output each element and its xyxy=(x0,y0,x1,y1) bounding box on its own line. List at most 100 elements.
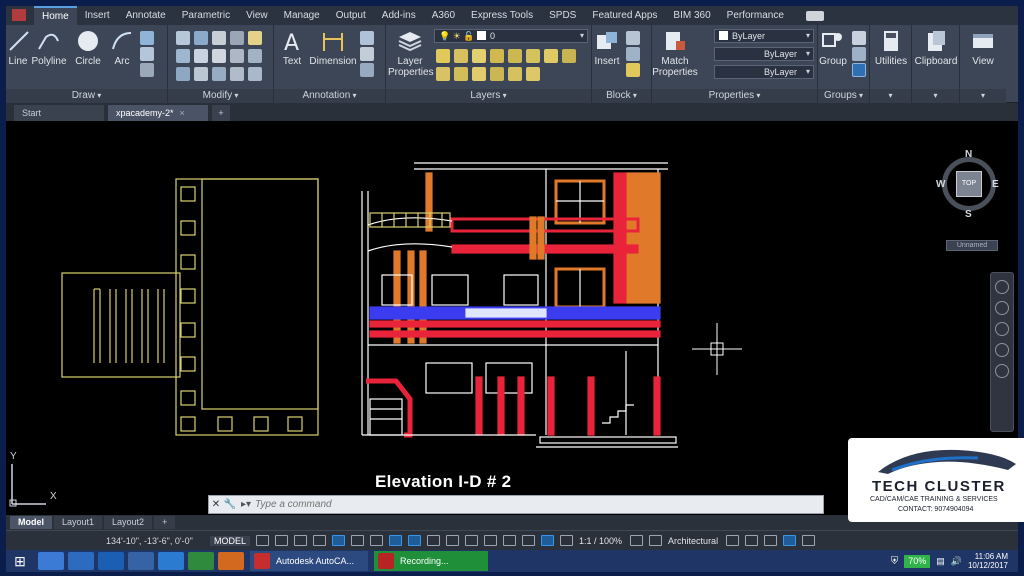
doc-tab-drawing[interactable]: xpacademy-2* × xyxy=(108,105,208,121)
infer-constraints-icon[interactable] xyxy=(294,535,308,546)
compass-west[interactable]: W xyxy=(936,179,945,190)
selection-filter-icon[interactable] xyxy=(522,535,536,546)
rectangle-icon[interactable] xyxy=(140,31,154,45)
customize-icon[interactable]: 🔧 xyxy=(223,496,237,513)
tab-featured-apps[interactable]: Featured Apps xyxy=(584,6,665,25)
compass-east[interactable]: E xyxy=(992,179,999,190)
clipboard-expand[interactable] xyxy=(912,89,959,103)
dynamic-input-icon[interactable] xyxy=(313,535,327,546)
tab-home[interactable]: Home xyxy=(34,6,77,25)
viewcube-top-face[interactable]: TOP xyxy=(956,171,982,197)
tab-express-tools[interactable]: Express Tools xyxy=(463,6,541,25)
fillet-icon[interactable] xyxy=(212,49,226,63)
layer-merge-icon[interactable] xyxy=(508,67,522,81)
layer-match-icon[interactable] xyxy=(508,49,522,63)
circle-button[interactable]: Circle xyxy=(72,29,104,67)
edit-icon[interactable] xyxy=(248,31,262,45)
lineweight-icon[interactable] xyxy=(427,535,441,546)
copy-icon[interactable] xyxy=(176,49,190,63)
tab-annotate[interactable]: Annotate xyxy=(118,6,174,25)
linear-dimension-icon[interactable] xyxy=(360,31,374,45)
line-button[interactable]: Line xyxy=(6,29,30,67)
annotation-visibility-icon[interactable] xyxy=(541,535,555,546)
color-dropdown[interactable]: ByLayer xyxy=(714,29,814,43)
view-button[interactable]: View xyxy=(960,29,1006,67)
layer-unisolate-icon[interactable] xyxy=(544,49,558,63)
layer-copy-icon[interactable] xyxy=(490,67,504,81)
tab-performance[interactable]: Performance xyxy=(719,6,792,25)
lineweight-dropdown[interactable]: ByLayer xyxy=(714,65,814,79)
tab-output[interactable]: Output xyxy=(328,6,374,25)
dimension-button[interactable]: Dimension xyxy=(308,29,358,67)
snap-icon[interactable] xyxy=(275,535,289,546)
dynamic-ucs-icon[interactable] xyxy=(503,535,517,546)
lenovo-app-icon[interactable] xyxy=(128,552,154,570)
linetype-dropdown[interactable]: ByLayer xyxy=(714,47,814,61)
ribbon-minimize-icon[interactable] xyxy=(805,10,824,21)
showmotion-icon[interactable] xyxy=(995,364,1009,378)
clean-screen-icon[interactable] xyxy=(802,535,816,546)
layers-panel-title[interactable]: Layers xyxy=(386,89,591,103)
selection-cycling-icon[interactable] xyxy=(465,535,479,546)
clock[interactable]: 11:06 AM 10/12/2017 xyxy=(968,552,1008,570)
close-command-line-icon[interactable]: ✕ xyxy=(209,496,223,513)
workspace-icon[interactable] xyxy=(630,535,644,546)
close-tab-icon[interactable]: × xyxy=(180,108,185,118)
annotation-monitor-icon[interactable] xyxy=(649,535,663,546)
utilities-expand[interactable] xyxy=(870,89,911,103)
ungroup-icon[interactable] xyxy=(852,31,866,45)
command-input[interactable] xyxy=(255,499,756,510)
home-app-icon[interactable] xyxy=(38,552,64,570)
grid-icon[interactable] xyxy=(256,535,270,546)
battery-indicator[interactable]: 70% xyxy=(904,554,931,568)
modify-panel-title[interactable]: Modify xyxy=(168,89,273,103)
match-properties-button[interactable]: Match Properties xyxy=(652,29,698,78)
view-expand[interactable] xyxy=(960,89,1006,103)
array-icon[interactable] xyxy=(212,67,226,81)
tab-manage[interactable]: Manage xyxy=(276,6,328,25)
hatch-icon[interactable] xyxy=(140,47,154,61)
arc-button[interactable]: Arc xyxy=(108,29,136,67)
file-explorer-icon[interactable] xyxy=(98,552,124,570)
isodraft-icon[interactable] xyxy=(370,535,384,546)
media-app-icon[interactable] xyxy=(218,552,244,570)
shield-icon[interactable]: ⛨ xyxy=(891,556,899,567)
group-edit-icon[interactable] xyxy=(852,47,866,61)
viewcube[interactable]: TOP N S E W xyxy=(936,149,1010,251)
join-icon[interactable] xyxy=(248,67,262,81)
ellipse-icon[interactable] xyxy=(140,63,154,77)
object-snap-tracking-icon[interactable] xyxy=(389,535,403,546)
windows-start-icon[interactable]: ⊞ xyxy=(6,550,34,572)
units-dropdown[interactable]: Architectural xyxy=(668,536,718,546)
compass-north[interactable]: N xyxy=(965,149,972,160)
annotation-scale-dropdown[interactable]: 1:1 / 100% xyxy=(579,536,622,546)
edit-block-icon[interactable] xyxy=(626,47,640,61)
browser-app-icon[interactable] xyxy=(158,552,184,570)
lock-ui-icon[interactable] xyxy=(745,535,759,546)
leader-icon[interactable] xyxy=(360,47,374,61)
mirror-icon[interactable] xyxy=(194,49,208,63)
clipboard-button[interactable]: Clipboard xyxy=(912,29,960,67)
quick-properties-icon[interactable] xyxy=(726,535,740,546)
table-icon[interactable] xyxy=(360,63,374,77)
hardware-acceleration-icon[interactable] xyxy=(783,535,797,546)
layer-properties-button[interactable]: Layer Properties xyxy=(388,29,434,78)
polar-tracking-icon[interactable] xyxy=(351,535,365,546)
tab-insert[interactable]: Insert xyxy=(77,6,118,25)
tab-model[interactable]: Model xyxy=(10,516,52,529)
layer-change-icon[interactable] xyxy=(472,67,486,81)
layer-lock-icon[interactable] xyxy=(490,49,504,63)
layer-freeze-icon[interactable] xyxy=(472,49,486,63)
groups-panel-title[interactable]: Groups xyxy=(818,89,869,103)
edit-attributes-icon[interactable] xyxy=(626,63,640,77)
network-icon[interactable]: ▤ xyxy=(936,556,945,567)
tab-bim-360[interactable]: BIM 360 xyxy=(665,6,718,25)
create-block-icon[interactable] xyxy=(626,31,640,45)
block-panel-title[interactable]: Block xyxy=(592,89,651,103)
erase-icon[interactable] xyxy=(230,31,244,45)
group-button[interactable]: Group xyxy=(818,29,848,67)
zoom-extents-icon[interactable] xyxy=(995,322,1009,336)
doc-tab-start[interactable]: Start xyxy=(14,105,104,121)
pan-icon[interactable] xyxy=(995,301,1009,315)
trim-icon[interactable] xyxy=(212,31,226,45)
